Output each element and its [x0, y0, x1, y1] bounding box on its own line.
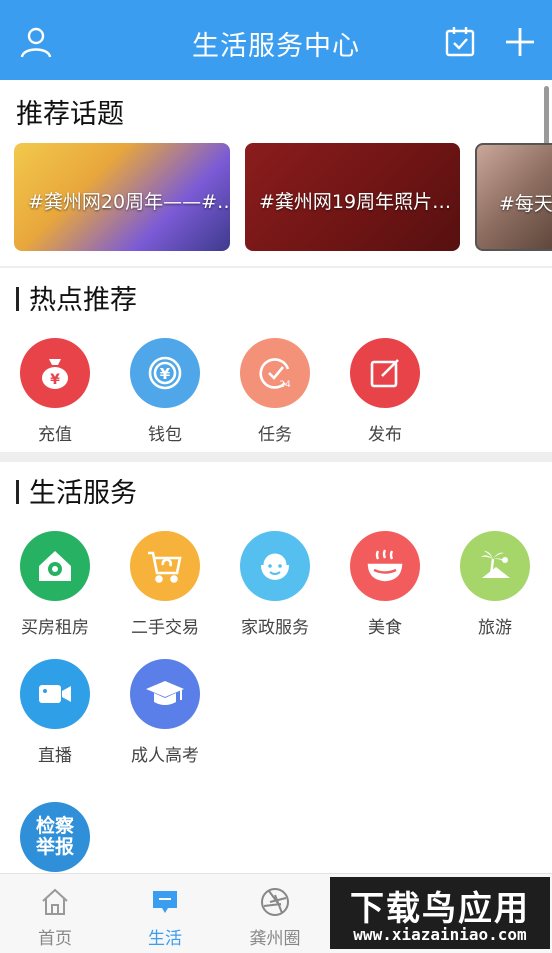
food-label: 美食: [368, 618, 402, 638]
add-icon[interactable]: [500, 22, 540, 62]
housekeeping-label: 家政服务: [241, 618, 309, 638]
hot-title-text: 热点推荐: [29, 285, 137, 316]
recharge-label: 充值: [38, 425, 72, 445]
housing-button[interactable]: 买房租房: [10, 531, 100, 638]
report-badge-line1: 检察: [35, 815, 74, 837]
svg-text:¥: ¥: [50, 372, 60, 388]
home-icon: [15, 886, 95, 918]
cart-icon: [130, 531, 200, 601]
watermark-logo: 下载鸟应用 www.xiazainiao.com: [330, 877, 550, 949]
house-icon: [20, 531, 90, 601]
tab-circle[interactable]: 龚州圈: [235, 886, 315, 949]
watermark-url: www.xiazainiao.com: [353, 925, 527, 944]
travel-icon: [460, 531, 530, 601]
task-label: 任务: [258, 425, 292, 445]
edit-icon: [350, 338, 420, 408]
tab-circle-label: 龚州圈: [249, 929, 301, 949]
aperture-icon: [235, 886, 315, 918]
procuratorate-report-button[interactable]: 检察 举报: [10, 802, 100, 872]
tab-life-label: 生活: [148, 929, 182, 949]
housing-label: 买房租房: [21, 618, 89, 638]
wallet-label: 钱包: [148, 425, 182, 445]
hot-section-title: 热点推荐: [16, 278, 137, 317]
video-camera-icon: [20, 659, 90, 729]
travel-label: 旅游: [478, 618, 512, 638]
wallet-icon: ¥: [130, 338, 200, 408]
divider: [0, 266, 552, 268]
wallet-button[interactable]: ¥ 钱包: [120, 338, 210, 445]
food-button[interactable]: 美食: [340, 531, 430, 638]
travel-button[interactable]: 旅游: [450, 531, 540, 638]
secondhand-label: 二手交易: [131, 618, 199, 638]
app-header: 生活服务中心: [0, 0, 552, 80]
topic-carousel[interactable]: #龚州网20周年——#… #龚州网19周年照片… #每天: [0, 143, 552, 253]
topics-section-title: 推荐话题: [16, 92, 124, 131]
report-badge-icon: 检察 举报: [20, 802, 90, 872]
graduation-cap-icon: [130, 659, 200, 729]
topic-card-caption: #龚州网20周年——#…: [28, 191, 230, 213]
publish-label: 发布: [368, 425, 402, 445]
svg-text:¥: ¥: [160, 365, 171, 383]
food-bowl-icon: [350, 531, 420, 601]
topic-card-caption: #龚州网19周年照片…: [259, 191, 452, 213]
services-section-title: 生活服务: [16, 471, 137, 510]
secondhand-button[interactable]: 二手交易: [120, 531, 210, 638]
watermark-title: 下载鸟应用: [350, 889, 530, 929]
live-button[interactable]: 直播: [10, 659, 100, 766]
topic-card[interactable]: #龚州网19周年照片…: [245, 143, 460, 251]
publish-button[interactable]: 发布: [340, 338, 430, 445]
services-title-text: 生活服务: [29, 478, 137, 509]
tab-home-label: 首页: [38, 929, 72, 949]
chat-bubble-icon: [125, 886, 205, 918]
report-badge-line2: 举报: [35, 836, 74, 858]
tab-life[interactable]: 生活: [125, 886, 205, 949]
topic-card[interactable]: #每天: [475, 143, 552, 251]
task-button[interactable]: 24 任务: [230, 338, 320, 445]
topics-title-text: 推荐话题: [16, 99, 124, 130]
calendar-check-icon[interactable]: [440, 22, 480, 62]
topic-card[interactable]: #龚州网20周年——#…: [14, 143, 230, 251]
money-bag-icon: ¥: [20, 338, 90, 408]
adult-exam-label: 成人高考: [131, 746, 199, 766]
divider: [0, 452, 552, 462]
topic-card-caption: #每天: [499, 193, 552, 215]
recharge-button[interactable]: ¥ 充值: [10, 338, 100, 445]
task-icon: 24: [240, 338, 310, 408]
svg-text:24: 24: [279, 380, 291, 390]
housekeeping-button[interactable]: 家政服务: [230, 531, 320, 638]
housekeeping-icon: [240, 531, 310, 601]
adult-exam-button[interactable]: 成人高考: [120, 659, 210, 766]
live-label: 直播: [38, 746, 72, 766]
tab-home[interactable]: 首页: [15, 886, 95, 949]
